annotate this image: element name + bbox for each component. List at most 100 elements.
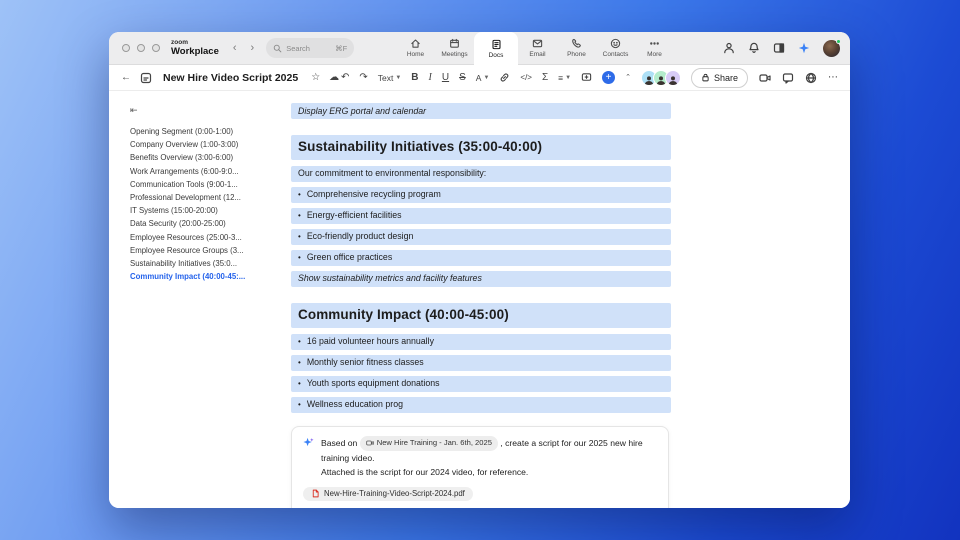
meeting-video-icon bbox=[365, 441, 374, 446]
bold-button[interactable]: B bbox=[411, 72, 418, 83]
titlebar: zoom Workplace ‹ › Search ⌘F Home Meeting… bbox=[109, 32, 850, 66]
doc-block-para[interactable]: Our commitment to environmental responsi… bbox=[291, 165, 671, 182]
collaborator-avatar[interactable] bbox=[664, 69, 681, 86]
collapse-toolbar-chevron[interactable]: ⌃ bbox=[625, 74, 631, 81]
outline-list: Opening Segment (0:00-1:00) Company Overv… bbox=[130, 125, 280, 283]
outline-item[interactable]: Sustainability Initiatives (35:0... bbox=[130, 257, 280, 270]
zoom-window-button[interactable] bbox=[152, 44, 160, 52]
outline-item[interactable]: Data Security (20:00-25:00) bbox=[130, 217, 280, 230]
prompt-line2: Attached is the script for our 2024 vide… bbox=[321, 466, 529, 477]
outline-item[interactable]: Company Overview (1:00-3:00) bbox=[130, 138, 280, 151]
doc-block-bullet[interactable]: Green office practices bbox=[291, 249, 671, 266]
outline-item[interactable]: Professional Development (12... bbox=[130, 191, 280, 204]
outline-item[interactable]: Communication Tools (9:00-1... bbox=[130, 178, 280, 191]
doc-canvas[interactable]: Display ERG portal and calendar Sustainab… bbox=[286, 91, 850, 508]
text-style-dropdown[interactable]: Text ▼ bbox=[378, 73, 402, 83]
insert-plus-button[interactable]: + bbox=[602, 71, 616, 84]
profile-icon[interactable] bbox=[723, 42, 735, 54]
pdf-file-icon bbox=[312, 489, 319, 498]
doc-block-heading[interactable]: Sustainability Initiatives (35:00-40:00) bbox=[291, 134, 671, 160]
doc-block-italic[interactable]: Display ERG portal and calendar bbox=[291, 103, 671, 119]
tab-more[interactable]: More bbox=[635, 32, 674, 64]
user-avatar[interactable] bbox=[823, 38, 841, 57]
prompt-prefix: Based on bbox=[321, 437, 358, 448]
nav-forward-icon[interactable]: › bbox=[251, 42, 255, 54]
comment-icon[interactable] bbox=[581, 72, 592, 83]
favorite-star-icon[interactable]: ☆ bbox=[311, 72, 320, 83]
web-globe-icon[interactable] bbox=[805, 72, 817, 84]
doc-block-bullet[interactable]: 16 paid volunteer hours annually bbox=[291, 333, 671, 350]
outline-item[interactable]: Community Impact (40:00-45:... bbox=[130, 270, 280, 283]
doc-blocks: Display ERG portal and calendar Sustainab… bbox=[291, 103, 671, 413]
nav-back-icon[interactable]: ‹ bbox=[233, 42, 237, 54]
tab-label: Meetings bbox=[441, 51, 468, 58]
redo-button[interactable]: ↷ bbox=[359, 72, 367, 83]
undo-button[interactable]: ↶ bbox=[341, 72, 349, 83]
collaborator-avatars bbox=[640, 69, 681, 86]
attachment-chip[interactable]: New-Hire-Training-Video-Script-2024.pdf bbox=[303, 486, 473, 501]
ai-companion-icon[interactable] bbox=[798, 42, 810, 54]
italic-button[interactable]: I bbox=[429, 72, 432, 83]
underline-button[interactable]: U bbox=[442, 72, 449, 83]
doc-block-bullet[interactable]: Youth sports equipment donations bbox=[291, 375, 671, 392]
outline-item[interactable]: IT Systems (15:00-20:00) bbox=[130, 204, 280, 217]
outline-item[interactable]: Opening Segment (0:00-1:00) bbox=[130, 125, 280, 138]
ai-sparkle-icon bbox=[303, 437, 314, 446]
doc-block-italic[interactable]: Show sustainability metrics and facility… bbox=[291, 270, 671, 287]
video-call-icon[interactable] bbox=[759, 72, 771, 84]
tab-meetings[interactable]: Meetings bbox=[435, 32, 474, 64]
share-button[interactable]: Share bbox=[690, 67, 748, 88]
toolbar-more-button[interactable]: ⋯ bbox=[828, 72, 838, 83]
tab-label: Docs bbox=[488, 52, 504, 59]
tab-label: Home bbox=[406, 51, 425, 58]
strikethrough-button[interactable]: S bbox=[459, 72, 466, 83]
outline-item[interactable]: Employee Resource Groups (3... bbox=[130, 244, 280, 257]
tab-home[interactable]: Home bbox=[396, 32, 435, 64]
link-icon[interactable] bbox=[499, 72, 510, 83]
outline-item[interactable]: Employee Resources (25:00-3... bbox=[130, 231, 280, 244]
tab-email[interactable]: Email bbox=[518, 32, 557, 64]
tab-label: Contacts bbox=[602, 51, 629, 58]
outline-item[interactable]: Benefits Overview (3:00-6:00) bbox=[130, 151, 280, 164]
doc-block-bullet[interactable]: Energy-efficient facilities bbox=[291, 207, 671, 224]
brand-workplace: Workplace bbox=[171, 46, 219, 57]
doc-toolbar: ← New Hire Video Script 2025 ☆ ☁ ↶ ↷ Tex… bbox=[109, 65, 850, 91]
text-color-button[interactable]: A ▼ bbox=[476, 73, 490, 83]
doc-back-button[interactable]: ← bbox=[121, 72, 131, 83]
doc-block-bullet[interactable]: Comprehensive recycling program bbox=[291, 186, 671, 203]
tab-contacts[interactable]: Contacts bbox=[596, 32, 635, 64]
online-status-dot bbox=[836, 38, 841, 44]
calendar-icon bbox=[450, 38, 459, 48]
doc-block-bullet[interactable]: Eco-friendly product design bbox=[291, 228, 671, 245]
outline-item[interactable]: Work Arrangements (6:00-9:0... bbox=[130, 165, 280, 178]
more-icon bbox=[650, 42, 659, 45]
lock-icon bbox=[702, 73, 709, 82]
sidebar-toggle-icon[interactable] bbox=[773, 42, 785, 54]
code-block-button[interactable]: </> bbox=[520, 73, 532, 82]
close-window-button[interactable] bbox=[122, 44, 130, 52]
chat-icon[interactable] bbox=[782, 72, 794, 84]
doc-icon bbox=[491, 39, 501, 50]
tab-docs[interactable]: Docs bbox=[474, 32, 518, 66]
zoom-workplace-window: zoom Workplace ‹ › Search ⌘F Home Meeting… bbox=[109, 32, 850, 508]
search-placeholder: Search bbox=[286, 43, 310, 53]
phone-icon bbox=[572, 38, 581, 48]
doc-block-bullet[interactable]: Monthly senior fitness classes bbox=[291, 354, 671, 371]
outline-collapse-icon[interactable]: ⇤ bbox=[130, 105, 138, 115]
ai-companion-card: Based on New Hire Training - Jan. 6th, 2… bbox=[291, 425, 669, 508]
align-dropdown[interactable]: ≡ ▼ bbox=[558, 73, 571, 83]
app-tabs: Home Meetings Docs Email Phone Contacts More bbox=[396, 32, 674, 66]
contacts-icon bbox=[610, 38, 621, 49]
ai-prompt-text: Based on New Hire Training - Jan. 6th, 2… bbox=[321, 436, 657, 479]
doc-block-bullet[interactable]: Wellness education prog bbox=[291, 396, 671, 413]
doc-block-heading[interactable]: Community Impact (40:00-45:00) bbox=[291, 302, 671, 328]
notifications-bell-icon[interactable] bbox=[748, 42, 760, 54]
formula-button[interactable]: Σ bbox=[542, 72, 548, 83]
tab-phone[interactable]: Phone bbox=[557, 32, 596, 64]
docs-home-icon[interactable] bbox=[140, 72, 152, 84]
minimize-window-button[interactable] bbox=[137, 44, 145, 52]
outline-sidebar: ⇤ Opening Segment (0:00-1:00) Company Ove… bbox=[109, 91, 286, 508]
search-input[interactable]: Search ⌘F bbox=[266, 38, 355, 58]
tab-label: Phone bbox=[567, 51, 586, 58]
meeting-chip[interactable]: New Hire Training - Jan. 6th, 2025 bbox=[359, 436, 498, 451]
